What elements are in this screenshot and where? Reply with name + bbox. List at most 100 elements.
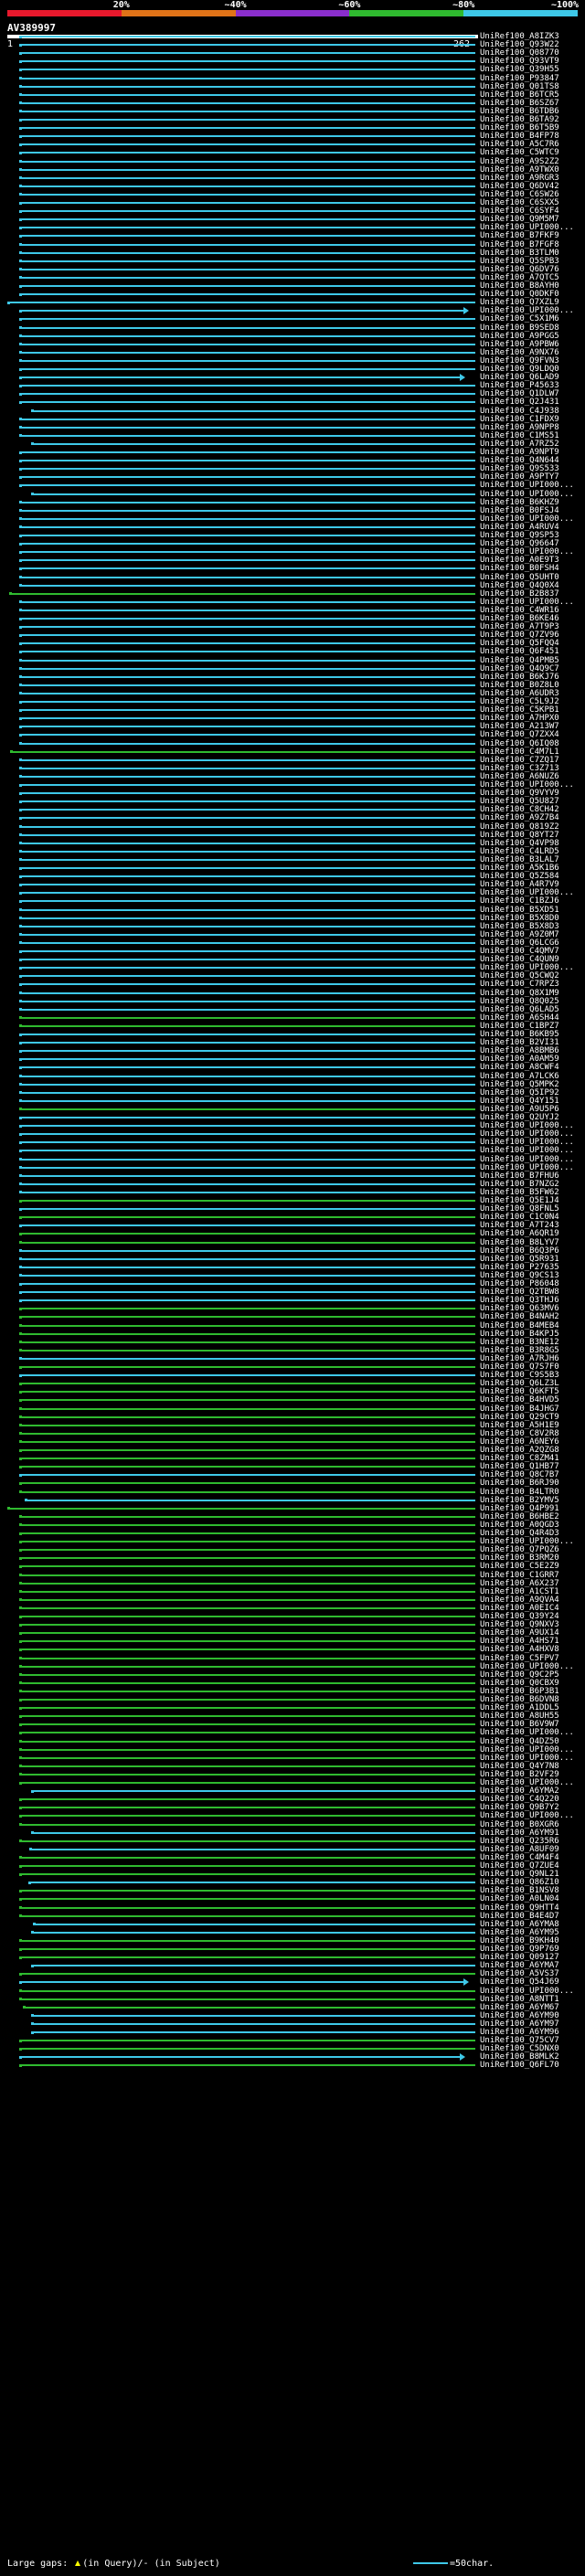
hit-bar[interactable] (20, 1616, 475, 1617)
hit-bar[interactable] (20, 709, 475, 712)
hit-bar[interactable] (20, 343, 475, 345)
hit-bar[interactable] (20, 1640, 475, 1643)
hit-bar[interactable] (20, 1283, 475, 1285)
hit-bar[interactable] (20, 135, 475, 138)
hit-bar[interactable] (20, 93, 475, 96)
hit-bar[interactable] (20, 326, 475, 329)
hit-bar[interactable] (20, 701, 475, 703)
hit-bar[interactable] (20, 1549, 475, 1552)
hit-bar[interactable] (20, 1366, 475, 1368)
hit-bar[interactable] (20, 1191, 475, 1193)
hit-bar[interactable] (20, 817, 475, 820)
hit-bar[interactable] (20, 52, 475, 55)
hit-bar[interactable] (20, 385, 475, 387)
hit-bar[interactable] (20, 867, 475, 869)
hit-bar[interactable] (20, 235, 475, 238)
hit-bar[interactable] (20, 110, 475, 112)
hit-bar[interactable] (20, 1066, 475, 1069)
hit-bar[interactable] (20, 1839, 475, 1842)
hit-bar[interactable] (20, 800, 475, 803)
hit-bar[interactable] (20, 1782, 475, 1784)
hit-bar[interactable] (20, 692, 475, 694)
hit-bar[interactable] (20, 1399, 475, 1402)
hit-bar[interactable] (20, 509, 475, 512)
hit-bar[interactable] (20, 767, 475, 769)
hit-bar[interactable] (20, 1249, 475, 1252)
hit-bar[interactable] (7, 302, 475, 304)
hit-bar[interactable] (20, 559, 475, 562)
hit-bar[interactable] (20, 260, 475, 262)
hit-bar[interactable] (20, 551, 475, 554)
hit-bar[interactable] (20, 991, 475, 994)
hit-bar[interactable] (28, 1882, 475, 1884)
hit-bar[interactable] (20, 202, 475, 204)
hit-bar[interactable] (20, 426, 475, 429)
hit-bar[interactable] (32, 409, 475, 412)
hit-bar[interactable] (20, 1856, 475, 1859)
hit-bar[interactable] (20, 1299, 475, 1302)
hit-bar[interactable] (20, 351, 475, 354)
hit-bar[interactable] (20, 809, 475, 811)
hit-bar[interactable] (20, 1657, 475, 1659)
hit-bar[interactable] (20, 1233, 475, 1235)
hit-bar[interactable] (20, 1914, 475, 1917)
hit-bar[interactable] (20, 168, 475, 171)
hit-bar[interactable] (20, 1981, 463, 1984)
hit-bar[interactable] (20, 1665, 475, 1668)
hit-bar[interactable] (20, 1532, 475, 1534)
hit-bar[interactable] (20, 143, 475, 146)
hit-bar[interactable] (20, 1740, 475, 1743)
hit-bar[interactable] (20, 1707, 475, 1710)
hit-bar[interactable] (20, 193, 475, 196)
hit-bar[interactable] (20, 1291, 475, 1294)
hit-bar[interactable] (20, 726, 475, 728)
hit-bar[interactable] (20, 1890, 475, 1892)
hit-bar[interactable] (20, 892, 475, 895)
hit-bar[interactable] (20, 833, 475, 836)
hit-bar[interactable] (20, 1099, 475, 1102)
hit-bar[interactable] (20, 1598, 475, 1601)
hit-bar[interactable] (20, 1440, 475, 1443)
hit-bar[interactable] (20, 1224, 475, 1227)
hit-bar[interactable] (20, 1016, 475, 1019)
hit-bar[interactable] (20, 101, 475, 104)
hit-bar[interactable] (20, 1673, 475, 1676)
hit-bar[interactable] (20, 1332, 475, 1335)
hit-bar[interactable] (20, 1458, 475, 1460)
hit-bar[interactable] (20, 1632, 475, 1635)
hit-bar[interactable] (20, 1690, 475, 1692)
hit-bar[interactable] (20, 1723, 475, 1726)
hit-bar[interactable] (20, 418, 475, 420)
hit-bar[interactable] (20, 1466, 475, 1468)
hit-bar[interactable] (20, 1906, 475, 1909)
hit-bar[interactable] (20, 1174, 475, 1177)
hit-bar[interactable] (20, 792, 475, 795)
hit-bar[interactable] (20, 600, 475, 603)
hit-bar[interactable] (20, 950, 475, 952)
hit-label[interactable]: UniRef100_Q6FL70 (480, 2061, 559, 2070)
hit-bar[interactable] (20, 210, 475, 213)
hit-bar[interactable] (20, 176, 475, 179)
hit-bar[interactable] (20, 1699, 475, 1701)
hit-bar[interactable] (20, 1166, 475, 1169)
hit-bar[interactable] (20, 1989, 475, 1992)
hit-bar[interactable] (20, 1158, 475, 1161)
hit-bar[interactable] (20, 875, 475, 878)
hit-bar[interactable] (20, 651, 475, 653)
hit-bar[interactable] (20, 825, 475, 828)
hit-bar[interactable] (20, 1415, 475, 1418)
hit-bar[interactable] (20, 975, 475, 978)
hit-bar[interactable] (20, 243, 475, 246)
hit-bar[interactable] (20, 1349, 475, 1352)
hit-bar[interactable] (20, 1798, 475, 1801)
hit-bar[interactable] (20, 1432, 475, 1435)
hit-bar[interactable] (20, 1732, 475, 1734)
hit-bar[interactable] (20, 642, 475, 645)
hit-bar[interactable] (20, 1042, 475, 1044)
hit-bar[interactable] (32, 1965, 475, 1967)
hit-bar[interactable] (20, 626, 475, 629)
hit-bar[interactable] (20, 609, 475, 611)
hit-bar[interactable] (20, 185, 475, 187)
hit-bar[interactable] (20, 1624, 475, 1627)
hit-bar[interactable] (20, 1058, 475, 1061)
